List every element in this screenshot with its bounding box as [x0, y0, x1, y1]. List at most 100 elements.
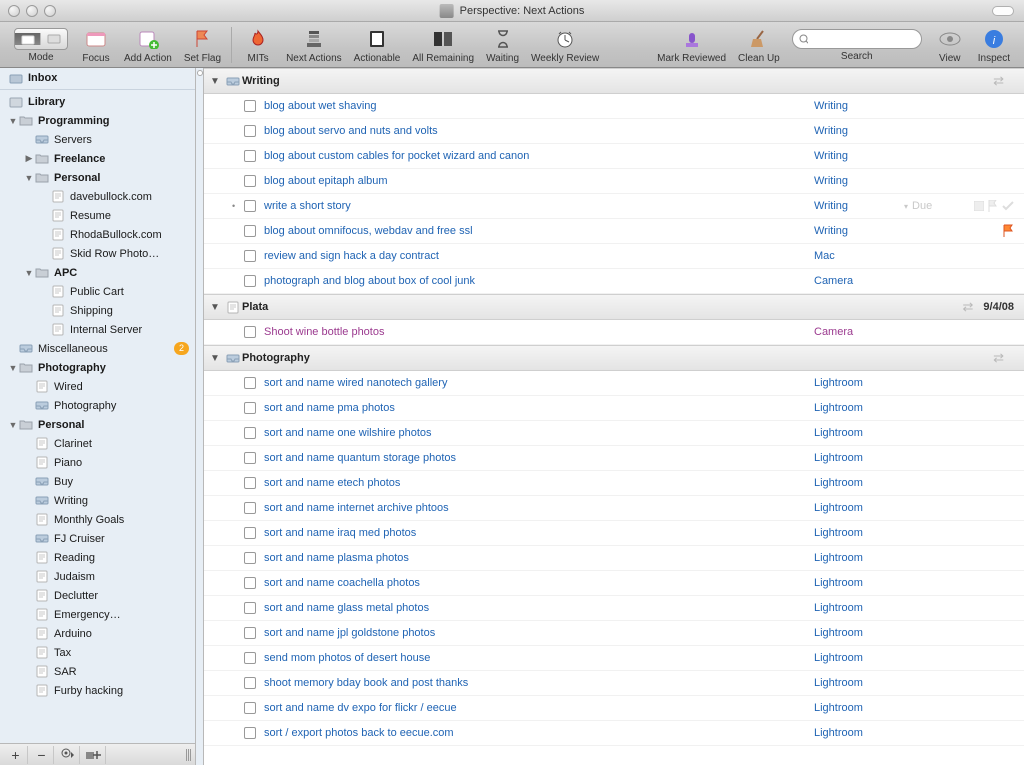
- task-checkbox[interactable]: [244, 100, 256, 112]
- sidebar-item[interactable]: Judaism: [0, 567, 195, 586]
- clean-up-button[interactable]: Clean Up: [732, 25, 786, 64]
- task-name[interactable]: sort and name iraq med photos: [264, 527, 416, 539]
- sidebar-item[interactable]: ▼Programming: [0, 111, 195, 130]
- task-row[interactable]: sort and name internet archive phtoosLig…: [204, 496, 1024, 521]
- all-remaining-button[interactable]: All Remaining: [406, 25, 480, 64]
- content-area[interactable]: ▼Writing⇄blog about wet shavingWritingbl…: [204, 68, 1024, 765]
- task-checkbox[interactable]: [244, 452, 256, 464]
- task-row[interactable]: sort and name dv expo for flickr / eecue…: [204, 696, 1024, 721]
- task-context[interactable]: Lightroom: [814, 702, 904, 714]
- sidebar-item[interactable]: Tax: [0, 643, 195, 662]
- task-name[interactable]: sort and name etech photos: [264, 477, 400, 489]
- add-action-button[interactable]: Add Action: [118, 25, 178, 64]
- task-context[interactable]: Writing: [814, 125, 904, 137]
- close-window-button[interactable]: [8, 5, 20, 17]
- actionable-button[interactable]: Actionable: [348, 25, 407, 64]
- task-row[interactable]: blog about epitaph albumWriting: [204, 169, 1024, 194]
- task-context[interactable]: Lightroom: [814, 402, 904, 414]
- sidebar-inbox[interactable]: Inbox: [0, 68, 195, 87]
- task-name[interactable]: blog about servo and nuts and volts: [264, 125, 438, 137]
- task-row[interactable]: review and sign hack a day contractMac: [204, 244, 1024, 269]
- sidebar-item[interactable]: FJ Cruiser: [0, 529, 195, 548]
- task-checkbox[interactable]: [244, 250, 256, 262]
- task-context[interactable]: Lightroom: [814, 627, 904, 639]
- task-row[interactable]: blog about wet shavingWriting: [204, 94, 1024, 119]
- task-name[interactable]: sort and name jpl goldstone photos: [264, 627, 435, 639]
- action-menu-button[interactable]: [56, 746, 80, 764]
- task-name[interactable]: sort and name one wilshire photos: [264, 427, 432, 439]
- task-context[interactable]: Writing: [814, 150, 904, 162]
- task-context[interactable]: Writing: [814, 225, 904, 237]
- sidebar-library[interactable]: Library: [0, 92, 195, 111]
- task-checkbox[interactable]: [244, 200, 256, 212]
- resize-grip[interactable]: [186, 749, 191, 761]
- task-row[interactable]: write a short storyWriting▾Due: [204, 194, 1024, 219]
- task-checkbox[interactable]: [244, 627, 256, 639]
- sidebar-item[interactable]: Declutter: [0, 586, 195, 605]
- focus-button[interactable]: Focus: [74, 25, 118, 64]
- task-name[interactable]: blog about omnifocus, webdav and free ss…: [264, 225, 473, 237]
- task-checkbox[interactable]: [244, 527, 256, 539]
- task-name[interactable]: sort and name glass metal photos: [264, 602, 429, 614]
- sidebar-item[interactable]: Emergency…: [0, 605, 195, 624]
- task-context[interactable]: Lightroom: [814, 452, 904, 464]
- task-checkbox[interactable]: [244, 552, 256, 564]
- mode-project-button[interactable]: [15, 33, 41, 45]
- task-row[interactable]: blog about servo and nuts and volts Writi…: [204, 119, 1024, 144]
- sidebar-item[interactable]: Reading: [0, 548, 195, 567]
- task-row[interactable]: photograph and blog about box of cool ju…: [204, 269, 1024, 294]
- mits-button[interactable]: MITs: [236, 25, 280, 64]
- task-row[interactable]: send mom photos of desert houseLightroom: [204, 646, 1024, 671]
- flag-icon[interactable]: [1002, 224, 1014, 238]
- sidebar-item[interactable]: Clarinet: [0, 434, 195, 453]
- task-row[interactable]: sort and name jpl goldstone photos Lightr…: [204, 621, 1024, 646]
- remove-button[interactable]: −: [30, 746, 54, 764]
- mode-context-button[interactable]: [41, 33, 67, 45]
- jump-arrow-icon[interactable]: ⇄: [963, 299, 974, 315]
- task-checkbox[interactable]: [244, 677, 256, 689]
- task-context[interactable]: Writing: [814, 175, 904, 187]
- task-checkbox[interactable]: [244, 326, 256, 338]
- sidebar-item[interactable]: Piano: [0, 453, 195, 472]
- task-context[interactable]: Lightroom: [814, 502, 904, 514]
- mark-reviewed-button[interactable]: Mark Reviewed: [651, 25, 732, 64]
- task-row[interactable]: blog about omnifocus, webdav and free ss…: [204, 219, 1024, 244]
- task-row[interactable]: sort and name wired nanotech galleryLigh…: [204, 371, 1024, 396]
- sidebar-item[interactable]: Wired: [0, 377, 195, 396]
- task-context[interactable]: Writing: [814, 100, 904, 112]
- sidebar-item[interactable]: Miscellaneous2: [0, 339, 195, 358]
- task-checkbox[interactable]: [244, 377, 256, 389]
- sidebar-item[interactable]: RhodaBullock.com: [0, 225, 195, 244]
- disclosure-triangle-icon[interactable]: ▼: [24, 268, 34, 278]
- view-button[interactable]: View: [928, 25, 972, 64]
- task-checkbox[interactable]: [244, 477, 256, 489]
- task-name[interactable]: Shoot wine bottle photos: [264, 326, 384, 338]
- disclosure-triangle-icon[interactable]: ▼: [8, 420, 18, 430]
- task-context[interactable]: Camera: [814, 326, 904, 338]
- sidebar-item[interactable]: ▼Photography: [0, 358, 195, 377]
- sidebar-item[interactable]: ▼Personal: [0, 415, 195, 434]
- sidebar-item[interactable]: ▼APC: [0, 263, 195, 282]
- task-checkbox[interactable]: [244, 225, 256, 237]
- task-row[interactable]: Shoot wine bottle photos Camera: [204, 320, 1024, 345]
- task-checkbox[interactable]: [244, 652, 256, 664]
- zoom-window-button[interactable]: [44, 5, 56, 17]
- task-checkbox[interactable]: [244, 175, 256, 187]
- task-row[interactable]: sort and name glass metal photosLightroo…: [204, 596, 1024, 621]
- disclosure-triangle-icon[interactable]: ▼: [210, 353, 224, 364]
- task-context[interactable]: Camera: [814, 275, 904, 287]
- due-column[interactable]: ▾Due: [904, 200, 964, 212]
- sidebar-item[interactable]: Public Cart: [0, 282, 195, 301]
- inspect-button[interactable]: i Inspect: [972, 25, 1016, 64]
- disclosure-triangle-icon[interactable]: ▼: [210, 76, 224, 87]
- waiting-button[interactable]: Waiting: [480, 25, 525, 64]
- task-name[interactable]: sort and name plasma photos: [264, 552, 409, 564]
- group-header[interactable]: ▼Writing⇄: [204, 68, 1024, 94]
- disclosure-triangle-icon[interactable]: ▶: [24, 153, 34, 164]
- task-row[interactable]: sort / export photos back to eecue.comLi…: [204, 721, 1024, 746]
- task-context[interactable]: Lightroom: [814, 677, 904, 689]
- sidebar-item[interactable]: Skid Row Photo…: [0, 244, 195, 263]
- sidebar-item[interactable]: Writing: [0, 491, 195, 510]
- task-name[interactable]: review and sign hack a day contract: [264, 250, 439, 262]
- task-context[interactable]: Lightroom: [814, 577, 904, 589]
